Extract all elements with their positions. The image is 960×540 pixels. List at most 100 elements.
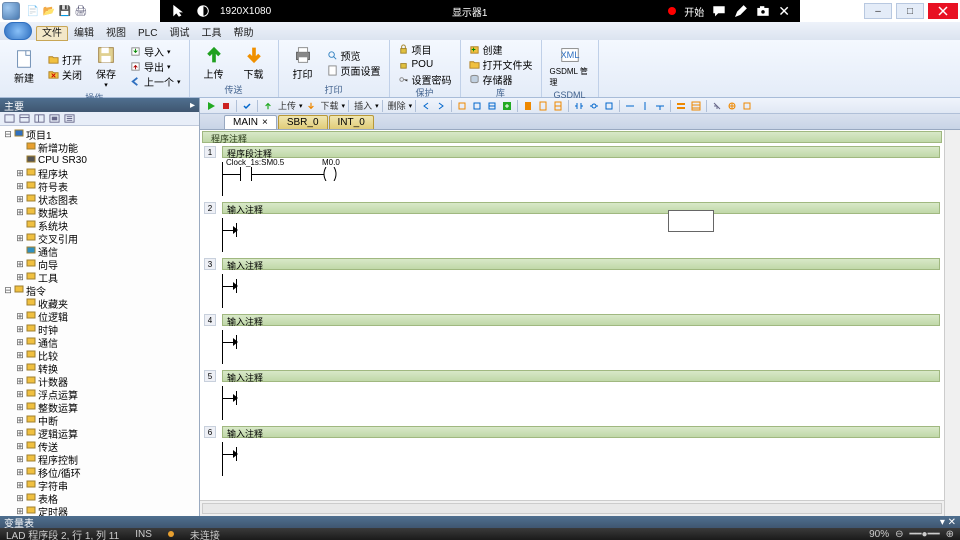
ladder-rung[interactable]: 5输入注释 xyxy=(202,368,942,424)
editor-tab[interactable]: SBR_0 xyxy=(278,115,328,129)
tree-node[interactable]: 通信 xyxy=(2,245,197,258)
et-upload-button[interactable] xyxy=(261,99,275,113)
lib-create-button[interactable]: 创建 xyxy=(467,42,535,56)
tree-node[interactable]: CPU SR30 xyxy=(2,154,197,167)
tree-node[interactable]: ⊞通信 xyxy=(2,336,197,349)
editor-tab[interactable]: INT_0 xyxy=(329,115,374,129)
et-coil-icon[interactable] xyxy=(587,99,601,113)
camera-icon[interactable] xyxy=(756,4,770,18)
tree-node[interactable]: ⊞时钟 xyxy=(2,323,197,336)
et-misc-1[interactable] xyxy=(455,99,469,113)
et-bookmark-2[interactable] xyxy=(536,99,550,113)
tree-node[interactable]: ⊞交叉引用 xyxy=(2,232,197,245)
tab-close-icon[interactable]: × xyxy=(262,117,268,128)
ladder-rung[interactable]: 6输入注释 xyxy=(202,424,942,480)
close-button[interactable]: 关闭 xyxy=(46,67,84,81)
gsdml-button[interactable]: XMLGSDML 管理 xyxy=(548,42,592,90)
menu-item-4[interactable]: 调试 xyxy=(163,26,195,41)
new-button[interactable]: 新建 xyxy=(6,42,42,91)
qat-print-icon[interactable]: 🖨 xyxy=(74,4,88,18)
tree-node[interactable]: 新增功能 xyxy=(2,141,197,154)
et-misc-2[interactable] xyxy=(470,99,484,113)
window-close-button[interactable] xyxy=(928,3,958,19)
et-misc-3[interactable] xyxy=(485,99,499,113)
rung-title[interactable]: 输入注释 xyxy=(222,370,940,382)
et-add[interactable] xyxy=(500,99,514,113)
variable-table-header[interactable]: 变量表 ▾ ✕ xyxy=(0,516,960,528)
zoom-out-button[interactable]: ⊖ xyxy=(895,529,903,540)
import-button[interactable]: 导入▾ xyxy=(128,45,183,59)
rung-title[interactable]: 输入注释 xyxy=(222,426,940,438)
overlay-rec-label[interactable]: 开始 xyxy=(684,4,704,19)
panel-pin-icon[interactable]: ▸ xyxy=(190,100,195,111)
chat-icon[interactable] xyxy=(712,4,726,18)
compile-button[interactable] xyxy=(240,99,254,113)
tree-node[interactable]: ⊞浮点运算 xyxy=(2,388,197,401)
window-maximize-button[interactable]: □ xyxy=(896,3,924,19)
window-minimize-button[interactable]: – xyxy=(864,3,892,19)
tree-node[interactable]: ⊞逻辑运算 xyxy=(2,427,197,440)
et-view-1[interactable] xyxy=(674,99,688,113)
ladder-rung[interactable]: 2输入注释 xyxy=(202,200,942,256)
tree-node[interactable]: ⊞位逻辑 xyxy=(2,310,197,323)
set-password-button[interactable]: 设置密码 xyxy=(396,72,454,86)
menu-item-3[interactable]: PLC xyxy=(132,26,163,41)
tree-node[interactable]: ⊞向导 xyxy=(2,258,197,271)
overlay-close-icon[interactable]: ✕ xyxy=(778,3,790,20)
et-contact-icon[interactable] xyxy=(572,99,586,113)
et-download-label[interactable]: 下载 xyxy=(319,99,341,112)
tree-node[interactable]: ⊞数据块 xyxy=(2,206,197,219)
project-tree[interactable]: ⊟项目1新增功能CPU SR30⊞程序块⊞符号表⊞状态图表⊞数据块系统块⊞交叉引… xyxy=(0,126,199,516)
menu-item-5[interactable]: 工具 xyxy=(195,26,227,41)
et-bookmark-3[interactable] xyxy=(551,99,565,113)
et-bookmark-1[interactable] xyxy=(521,99,535,113)
protect-pou-button[interactable]: POU xyxy=(396,57,454,71)
tree-node[interactable]: 收藏夹 xyxy=(2,297,197,310)
zoom-in-button[interactable]: ⊕ xyxy=(946,529,954,540)
ladder-rung[interactable]: 1程序段注释Clock_1s:SM0.5M0.0 xyxy=(202,144,942,200)
tree-node[interactable]: ⊞转换 xyxy=(2,362,197,375)
tree-node[interactable]: ⊟项目1 xyxy=(2,128,197,141)
et-wire-v[interactable] xyxy=(638,99,652,113)
pt-icon-4[interactable] xyxy=(49,113,60,124)
et-insert-label[interactable]: 插入 xyxy=(352,99,374,112)
editor-tab[interactable]: MAIN× xyxy=(224,115,277,129)
tree-node[interactable]: ⊞符号表 xyxy=(2,180,197,193)
print-button[interactable]: 打印 xyxy=(285,42,321,83)
run-button[interactable] xyxy=(204,99,218,113)
qat-save-icon[interactable]: 💾 xyxy=(58,4,72,18)
tree-node[interactable]: ⊞计数器 xyxy=(2,375,197,388)
ladder-rung[interactable]: 3输入注释 xyxy=(202,256,942,312)
open-button[interactable]: 打开 xyxy=(46,52,84,66)
et-download-button[interactable] xyxy=(304,99,318,113)
ladder-rung[interactable]: 4输入注释 xyxy=(202,312,942,368)
rung-title[interactable]: 输入注释 xyxy=(222,202,940,214)
et-upload-label[interactable]: 上传 xyxy=(276,99,298,112)
preview-button[interactable]: 预览 xyxy=(325,48,383,62)
ladder-editor[interactable]: 程序注释 1程序段注释Clock_1s:SM0.5M0.02输入注释3输入注释4… xyxy=(200,130,944,500)
tree-node[interactable]: ⊞程序块 xyxy=(2,167,197,180)
editor-hscroll[interactable] xyxy=(200,500,944,516)
zoom-slider[interactable]: ━━●━━ xyxy=(909,529,939,540)
qat-new-icon[interactable]: 📄 xyxy=(26,4,40,18)
et-wire-h[interactable] xyxy=(623,99,637,113)
app-menu-button[interactable] xyxy=(4,22,32,40)
protect-project-button[interactable]: 项目 xyxy=(396,42,454,56)
rung-title[interactable]: 程序段注释 xyxy=(222,146,940,158)
tree-node[interactable]: ⊞表格 xyxy=(2,492,197,505)
qat-open-icon[interactable]: 📂 xyxy=(42,4,56,18)
menu-item-0[interactable]: 文件 xyxy=(36,26,68,41)
tree-node[interactable]: ⊞传送 xyxy=(2,440,197,453)
segment-header[interactable]: 程序注释 xyxy=(202,131,942,143)
pt-icon-3[interactable] xyxy=(34,113,45,124)
et-nav-1[interactable] xyxy=(419,99,433,113)
rung-title[interactable]: 输入注释 xyxy=(222,258,940,270)
et-box-icon[interactable] xyxy=(602,99,616,113)
lib-repository-button[interactable]: 存储器 xyxy=(467,72,535,86)
pt-icon-5[interactable] xyxy=(64,113,75,124)
tree-node[interactable]: ⊟指令 xyxy=(2,284,197,297)
menu-item-6[interactable]: 帮助 xyxy=(227,26,259,41)
menu-item-1[interactable]: 编辑 xyxy=(68,26,100,41)
export-button[interactable]: 导出▾ xyxy=(128,60,183,74)
save-button[interactable]: 保存▾ xyxy=(88,42,124,91)
